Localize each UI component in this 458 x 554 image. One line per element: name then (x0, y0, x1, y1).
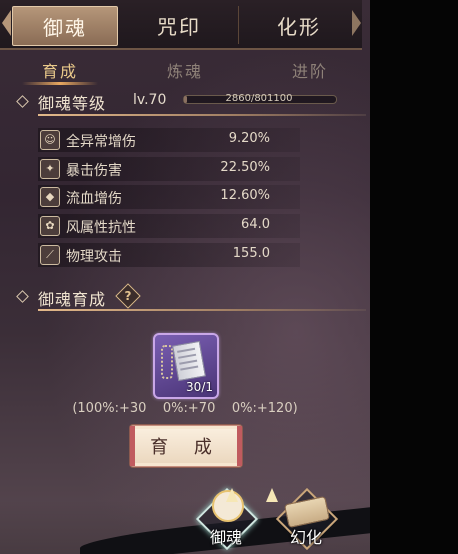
tab-huaxing[interactable]: 化形 (240, 6, 358, 44)
offscreen-area (370, 0, 458, 554)
nav-yuhun-button[interactable]: 御魂 (195, 487, 278, 551)
stat-row: ☺ 全异常增伤 9.20% (38, 128, 300, 152)
section-divider (38, 114, 366, 116)
chain-icon (161, 345, 173, 379)
section-diamond-icon (16, 290, 29, 303)
subtab-cultivate[interactable]: 育成 (42, 58, 78, 82)
exp-text: 2860/801100 (225, 93, 293, 104)
subtab-refine[interactable]: 炼魂 (167, 58, 203, 82)
subtab-advance[interactable]: 进阶 (292, 58, 328, 82)
section-diamond-icon (16, 95, 29, 108)
panel: 御魂 咒印 化形 育成 炼魂 进阶 御魂等级 lv.70 2860/801100… (0, 0, 370, 554)
stat-value: 12.60% (220, 188, 270, 203)
spirit-character-icon (212, 488, 278, 522)
nav-label: 幻化 (289, 528, 322, 547)
tab-bar-left-ornament (2, 10, 11, 36)
level-section-title: 御魂等级 (38, 94, 107, 113)
stat-value: 22.50% (220, 160, 270, 175)
stat-row: ✦ 暴击伤害 22.50% (38, 157, 300, 181)
stat-name: 流血增伤 (66, 191, 122, 207)
stat-value: 155.0 (232, 246, 270, 261)
blade-icon: ✦ (40, 159, 60, 179)
success-rates: (100%:+30 0%:+70 0%:+120) (72, 401, 298, 416)
active-subtab-underline (22, 82, 98, 85)
nav-label: 御魂 (209, 528, 242, 547)
tab-bar-right-ornament (352, 10, 361, 36)
wind-icon: ✿ (40, 216, 60, 236)
tab-zhouyin[interactable]: 咒印 (120, 6, 239, 44)
character-ears (224, 488, 280, 502)
stat-row: ◆ 流血增伤 12.60% (38, 185, 300, 209)
droplet-icon: ◆ (40, 187, 60, 207)
mask-icon: ☺ (40, 130, 60, 150)
book-icon (172, 340, 206, 382)
section-divider (38, 309, 366, 311)
tab-yuhun[interactable]: 御魂 (12, 6, 118, 46)
stat-name: 全异常增伤 (66, 134, 136, 150)
sword-icon: ⟋ (40, 245, 60, 265)
cultivate-button-label: 育 成 (150, 437, 222, 458)
stat-name: 风属性抗性 (66, 220, 136, 236)
level-label: lv.70 (133, 92, 167, 108)
help-icon[interactable]: ? (119, 287, 137, 305)
cultivate-button[interactable]: 育 成 (130, 425, 242, 467)
cultivate-section-title: 御魂育成 (38, 290, 107, 309)
stat-value: 64.0 (241, 217, 270, 232)
nav-huanhua-button[interactable]: 幻化 (275, 487, 339, 551)
stat-value: 9.20% (228, 131, 270, 146)
stat-name: 暴击伤害 (66, 163, 122, 179)
stat-row: ⟋ 物理攻击 155.0 (38, 243, 300, 267)
item-count: 30/1 (186, 380, 213, 394)
cultivate-item-slot[interactable]: 30/1 (153, 333, 219, 399)
stat-row: ✿ 风属性抗性 64.0 (38, 214, 300, 238)
stat-name: 物理攻击 (66, 249, 122, 265)
top-tab-bar: 御魂 咒印 化形 (0, 0, 362, 50)
